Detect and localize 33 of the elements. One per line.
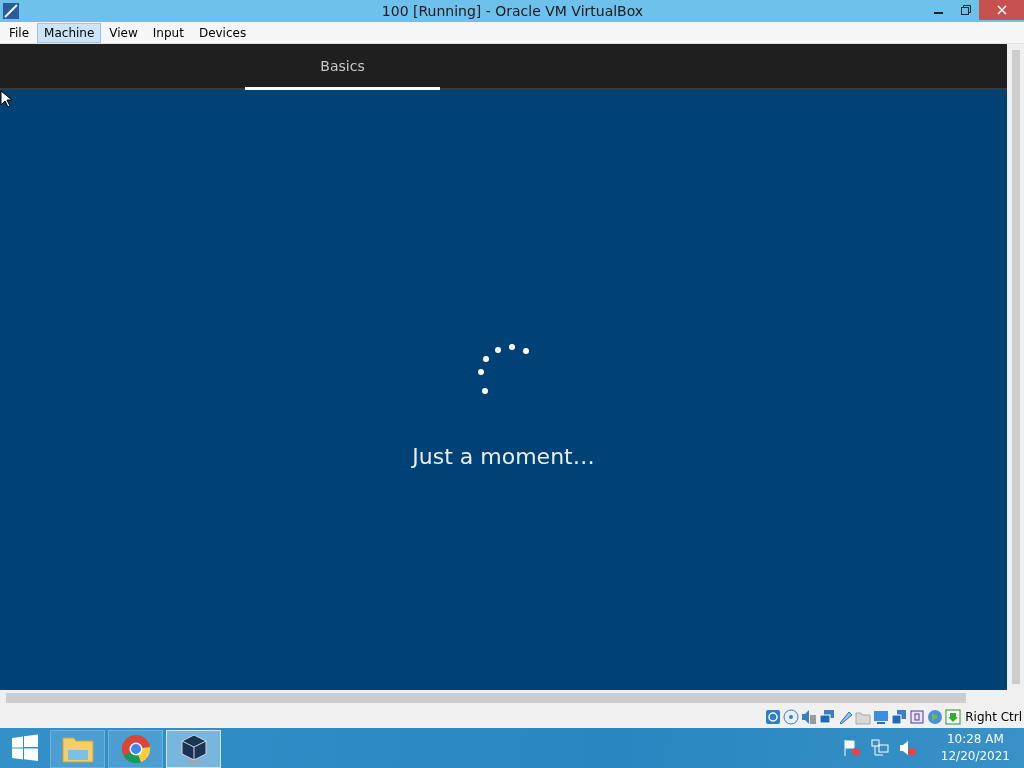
clock-date: 12/20/2021 <box>940 748 1010 765</box>
host-key-label: Right Ctrl <box>965 710 1022 724</box>
windows-logo-icon <box>11 734 39 762</box>
menu-item[interactable]: File <box>2 22 37 43</box>
menu-item[interactable]: Input <box>145 22 191 43</box>
chip-icon[interactable] <box>909 709 926 725</box>
close-icon <box>996 5 1007 15</box>
display-icon[interactable] <box>873 709 890 725</box>
tab[interactable]: Basics <box>245 44 440 90</box>
speaker-muted-icon[interactable] <box>898 739 917 757</box>
cursor-icon <box>0 90 12 108</box>
menu-item[interactable]: View <box>102 22 145 43</box>
usb-icon[interactable] <box>837 709 854 725</box>
screens-icon[interactable] <box>891 709 908 725</box>
restore-icon <box>960 5 971 15</box>
chrome-icon <box>120 734 151 764</box>
optical-disc-icon[interactable] <box>783 709 800 725</box>
status-message: Just a moment… <box>412 444 595 469</box>
folder-icon <box>61 734 94 764</box>
window-title: 100 [Running] - Oracle VM VirtualBox <box>380 3 645 19</box>
minimize-icon <box>934 12 943 14</box>
clock-time: 10:28 AM <box>946 731 1004 748</box>
keyboard-icon[interactable] <box>945 709 962 725</box>
audio-icon[interactable] <box>801 709 818 725</box>
network-icon[interactable] <box>819 709 836 725</box>
cube-icon <box>178 733 209 765</box>
network-icon[interactable] <box>870 739 889 757</box>
menu-item[interactable]: Devices <box>191 22 254 43</box>
menu-item[interactable]: Machine <box>37 22 102 43</box>
loading-spinner-icon <box>477 344 530 394</box>
mouse-integration-icon[interactable] <box>927 709 944 725</box>
app-icon <box>2 2 20 20</box>
flag-icon[interactable] <box>842 739 861 757</box>
